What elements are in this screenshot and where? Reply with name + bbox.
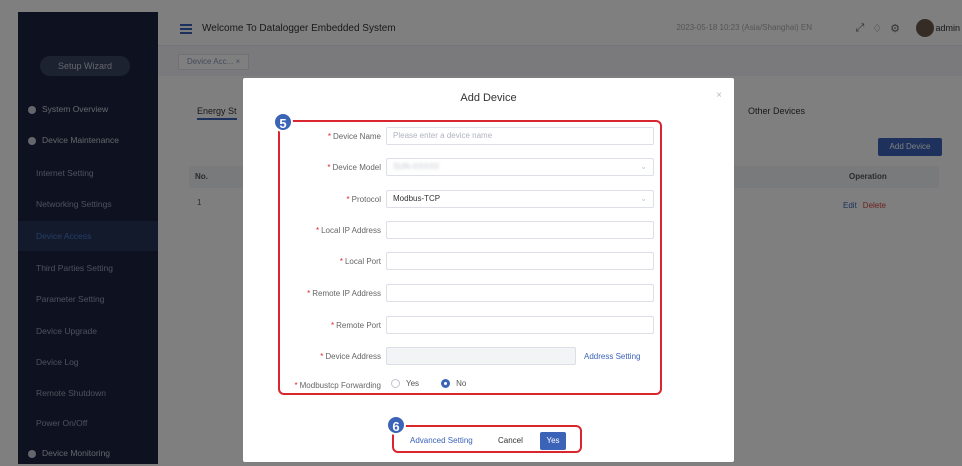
device-name-input[interactable]: Please enter a device name [386,127,654,145]
device-name-label: * Device Name [327,132,381,141]
forwarding-radio-group: Yes No [391,379,466,388]
local-ip-label: * Local IP Address [315,226,381,235]
step-6-badge: 6 [386,415,406,435]
forwarding-no-radio[interactable] [441,379,451,388]
device-address-input[interactable] [386,347,576,365]
local-ip-input[interactable] [386,221,654,239]
close-icon[interactable]: × [716,90,722,101]
remote-port-input[interactable] [386,316,654,334]
chevron-down-icon: ⌄ [640,162,647,171]
add-device-dialog: Add Device × 5 * Device Name Please enter… [243,78,734,462]
cancel-button[interactable]: Cancel [492,432,529,450]
yes-button[interactable]: Yes [540,432,566,450]
local-port-label: * Local Port [339,257,381,266]
chevron-down-icon: ⌄ [640,194,647,203]
protocol-label: * Protocol [346,195,381,204]
modbustcp-forwarding-label: * Modbustcp Forwarding [294,381,382,390]
address-setting-link[interactable]: Address Setting [584,352,640,361]
device-model-label: * Device Model [327,163,381,172]
forwarding-yes-radio[interactable] [391,379,400,388]
device-address-label: * Device Address [320,352,381,361]
protocol-select[interactable]: Modbus-TCP ⌄ [386,190,654,208]
advanced-setting-button[interactable]: Advanced Setting [404,432,479,450]
remote-ip-input[interactable] [386,284,654,302]
remote-port-label: * Remote Port [330,321,381,330]
remote-ip-label: * Remote IP Address [307,289,381,298]
local-port-input[interactable] [386,252,654,270]
footer-highlight-box: Advanced Setting Cancel Yes [392,425,582,453]
device-model-select[interactable]: SUN-XXXXX ⌄ [386,158,654,176]
dialog-title: Add Device [460,92,517,104]
step-5-badge: 5 [273,112,293,132]
